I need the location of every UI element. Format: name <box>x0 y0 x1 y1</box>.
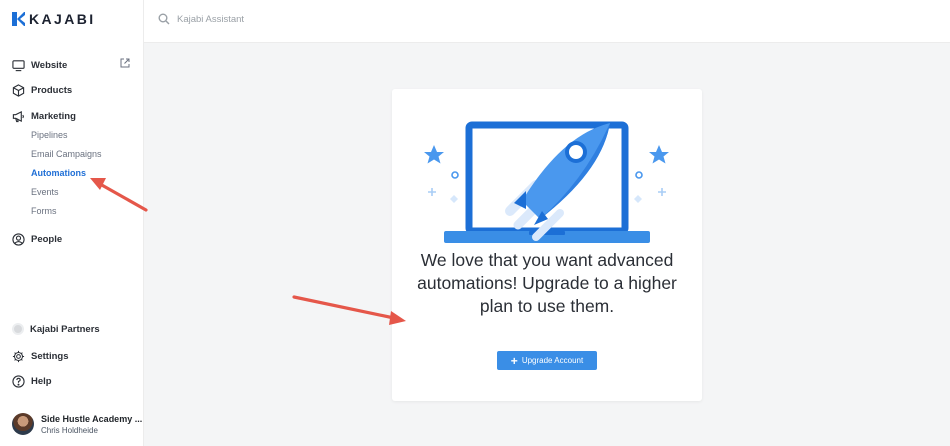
plus-icon: + <box>510 353 518 368</box>
sidebar-item-products[interactable]: Products <box>12 84 72 97</box>
kajabi-logo-icon <box>12 12 25 26</box>
external-link-icon[interactable] <box>120 58 130 68</box>
sidebar-item-label: Marketing <box>31 111 76 122</box>
gear-icon <box>12 350 25 363</box>
annotation-arrow-icon <box>292 295 406 325</box>
account-switcher[interactable]: Side Hustle Academy ... Chris Holdheide <box>12 413 142 435</box>
assistant-search[interactable] <box>158 13 377 25</box>
top-bar <box>144 0 950 43</box>
sidebar-item-label: People <box>31 234 63 245</box>
sidebar: KAJABI Website Products Marketing Pipeli… <box>0 0 144 446</box>
sidebar-item-label: Website <box>31 60 68 71</box>
upgrade-account-button[interactable]: + Upgrade Account <box>497 351 597 370</box>
avatar <box>12 413 34 435</box>
upgrade-button-label: Upgrade Account <box>521 356 584 365</box>
sidebar-item-website[interactable]: Website <box>12 59 67 72</box>
sidebar-item-people[interactable]: People <box>12 233 62 246</box>
user-circle-icon <box>12 233 25 246</box>
rocket-laptop-illustration <box>424 121 669 243</box>
sidebar-subitem-email-campaigns[interactable]: Email Campaigns <box>31 149 102 159</box>
partners-icon <box>12 323 24 335</box>
search-input[interactable] <box>177 13 377 25</box>
sidebar-item-marketing[interactable]: Marketing <box>12 110 76 123</box>
box-icon <box>12 84 25 97</box>
sidebar-item-settings[interactable]: Settings <box>12 350 68 363</box>
sidebar-item-help[interactable]: Help <box>12 375 52 388</box>
sidebar-item-label: Help <box>31 376 52 387</box>
upgrade-card: We love that you want advanced automatio… <box>392 89 702 401</box>
megaphone-icon <box>12 110 24 123</box>
sidebar-item-label: Products <box>31 85 73 96</box>
account-user: Chris Holdheide <box>41 425 98 435</box>
brand-name: KAJABI <box>29 11 96 27</box>
kajabi-logo[interactable]: KAJABI <box>12 11 96 27</box>
sidebar-subitem-events[interactable]: Events <box>31 187 59 197</box>
sidebar-item-label: Settings <box>31 351 69 362</box>
star-icon <box>424 145 444 164</box>
sidebar-subitem-automations[interactable]: Automations <box>31 168 86 178</box>
help-circle-icon <box>12 375 25 388</box>
sidebar-item-label: Kajabi Partners <box>30 323 100 335</box>
star-icon <box>649 145 669 164</box>
sidebar-subitem-forms[interactable]: Forms <box>31 206 57 216</box>
search-icon <box>158 13 170 25</box>
sidebar-subitem-pipelines[interactable]: Pipelines <box>31 130 68 140</box>
account-name: Side Hustle Academy ... <box>41 413 143 424</box>
monitor-icon <box>12 60 25 72</box>
sidebar-item-kajabi-partners[interactable]: Kajabi Partners <box>12 323 100 335</box>
upgrade-headline: We love that you want advanced automatio… <box>417 250 677 316</box>
